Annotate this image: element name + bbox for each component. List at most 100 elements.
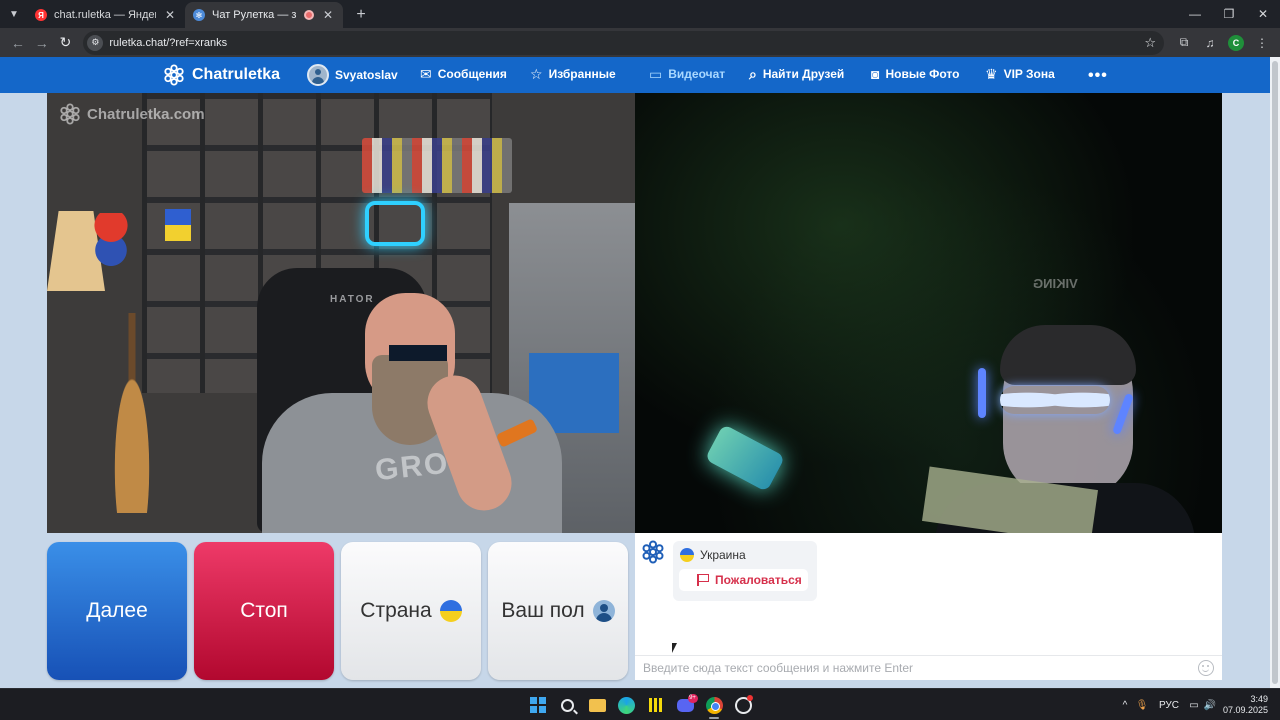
gender-label: Ваш пол (501, 599, 585, 622)
bar-chart-icon (649, 698, 663, 712)
language-indicator[interactable]: РУС (1152, 700, 1186, 711)
partner-info-card: Украина Пожаловаться (673, 541, 817, 601)
folder-icon (588, 698, 606, 712)
start-button[interactable] (529, 696, 547, 714)
media-control-icon[interactable]: ♫ (1198, 31, 1222, 55)
volume-icon[interactable]: 🔊 (1202, 700, 1218, 711)
site-header: Chatruletka Svyatoslav ✉ Сообщения ☆ Изб… (0, 57, 1270, 93)
crown-icon: ♛ (985, 66, 998, 82)
more-menu-icon[interactable]: ••• (1088, 67, 1108, 85)
avatar (307, 64, 329, 86)
watermark-text: Chatruletka.com (87, 105, 205, 123)
minimize-icon[interactable]: — (1178, 0, 1212, 28)
video-scene (102, 313, 162, 513)
video-scene (1000, 325, 1136, 385)
chat-input-row (635, 655, 1222, 680)
video-scene (365, 201, 425, 246)
nav-label: Видеочат (668, 67, 726, 81)
cap-text: VIKING (1033, 276, 1078, 291)
tab-title: chat.ruletka — Яндекс: нашлось (54, 9, 156, 21)
address-bar[interactable]: ⚙ ruletka.chat/?ref=xranks ☆ (83, 30, 1165, 55)
country-label: Страна (360, 599, 432, 622)
camera-icon: ◙ (871, 66, 880, 82)
envelope-icon: ✉ (420, 66, 432, 82)
tray-overflow-icon[interactable]: ^ (1118, 700, 1132, 711)
page-scrollbar[interactable] (1270, 57, 1280, 688)
nav-find-friends[interactable]: ⌕ Найти Друзей (749, 67, 844, 81)
nav-vip-zone[interactable]: ♛ VIP Зона (985, 67, 1055, 81)
tab-search-button[interactable]: ▼ (3, 3, 25, 25)
chrome-app[interactable] (705, 696, 723, 714)
site-info-icon[interactable]: ⚙ (87, 34, 104, 51)
nav-profile[interactable]: Svyatoslav (307, 64, 398, 86)
mouse-cursor (672, 643, 677, 653)
brand-logo-link[interactable]: Chatruletka (163, 64, 280, 86)
browser-tab-yandex[interactable]: Я chat.ruletka — Яндекс: нашлось ✕ (27, 2, 185, 28)
profile-avatar[interactable]: C (1228, 34, 1245, 51)
gender-button[interactable]: Ваш пол (488, 542, 628, 680)
next-button[interactable]: Далее (47, 542, 187, 680)
country-filter-button[interactable]: Страна (341, 542, 481, 680)
clock-date: 07.09.2025 (1222, 705, 1268, 715)
file-explorer[interactable] (588, 696, 606, 714)
nav-label: Избранные (548, 67, 616, 81)
browser-tab-chatruletka[interactable]: ✻ Чат Рулетка — знакомства ✕ (185, 2, 343, 28)
edge-browser[interactable] (617, 696, 635, 714)
user-silhouette-icon (592, 600, 615, 622)
browser-toolbar: ← → ↻ ⚙ ruletka.chat/?ref=xranks ☆ ⧉ ♫ C… (0, 28, 1280, 57)
video-scene (165, 209, 191, 241)
browser-tab-strip: ▼ Я chat.ruletka — Яндекс: нашлось ✕ ✻ Ч… (0, 0, 1280, 28)
stop-label: Стоп (240, 599, 288, 622)
restore-icon[interactable]: ❐ (1212, 0, 1246, 28)
chair-brand-text: HATOR (330, 294, 375, 305)
chat-panel: Украина Пожаловаться (635, 533, 1222, 680)
url-text[interactable]: ruletka.chat/?ref=xranks (109, 37, 1144, 49)
close-window-icon[interactable]: ✕ (1246, 0, 1280, 28)
chatruletka-logo-icon (642, 540, 664, 564)
chat-message-input[interactable] (643, 661, 1198, 675)
menu-kebab-icon[interactable]: ⋮ (1250, 31, 1274, 55)
monitor-icon[interactable]: ▭ (1186, 700, 1202, 711)
system-clock[interactable]: 3:49 07.09.2025 (1223, 694, 1268, 716)
active-app-indicator (709, 717, 719, 719)
new-tab-button[interactable]: + (351, 6, 371, 24)
discord-icon: 9+ (676, 693, 698, 712)
microphone-icon[interactable]: 🎙 (1132, 700, 1152, 711)
close-icon[interactable]: ✕ (163, 8, 177, 22)
next-label: Далее (86, 599, 148, 622)
star-icon: ☆ (530, 66, 543, 82)
brand-name: Chatruletka (192, 66, 281, 83)
scrollbar-thumb[interactable] (1272, 61, 1278, 684)
local-video: HATOR GROOT Chatruletka.com (47, 93, 635, 533)
search-icon (560, 698, 574, 712)
notification-badge: 9+ (687, 693, 698, 703)
video-scene (389, 345, 447, 361)
chatruletka-logo-icon (164, 64, 184, 86)
discord-app[interactable]: 9+ (676, 693, 698, 714)
emoji-icon[interactable] (1198, 660, 1214, 676)
toolbar-actions: ⧉ ♫ C ⋮ (1172, 31, 1274, 55)
partner-country: Украина (680, 548, 746, 562)
nav-favorites[interactable]: ☆ Избранные (530, 67, 616, 81)
extensions-icon[interactable]: ⧉ (1172, 31, 1196, 55)
obs-app[interactable] (734, 694, 753, 714)
forward-icon[interactable]: → (30, 31, 54, 55)
window-controls: — ❐ ✕ (1178, 0, 1280, 28)
reload-icon[interactable]: ↻ (54, 31, 78, 55)
nav-new-photos[interactable]: ◙ Новые Фото (871, 67, 959, 81)
yandex-icon: Я (35, 9, 47, 21)
back-icon[interactable]: ← (6, 31, 30, 55)
chatruletka-page: Chatruletka Svyatoslav ✉ Сообщения ☆ Изб… (0, 57, 1280, 688)
chatruletka-icon: ✻ (193, 9, 205, 21)
stop-button[interactable]: Стоп (194, 542, 334, 680)
user-name: Svyatoslav (335, 68, 398, 82)
video-scene (978, 368, 986, 418)
close-icon[interactable]: ✕ (321, 8, 335, 22)
report-button[interactable]: Пожаловаться (679, 569, 808, 591)
nav-videochat[interactable]: ▭ Видеочат (649, 67, 725, 81)
taskbar-app-stats[interactable] (647, 696, 665, 714)
taskbar-search[interactable] (558, 696, 576, 714)
nav-messages[interactable]: ✉ Сообщения (420, 67, 507, 81)
windows-taskbar: 9+ ^ 🎙 РУС ▭ 🔊 3:49 07.09.2025 (0, 688, 1280, 720)
bookmark-star-icon[interactable]: ☆ (1144, 35, 1156, 51)
